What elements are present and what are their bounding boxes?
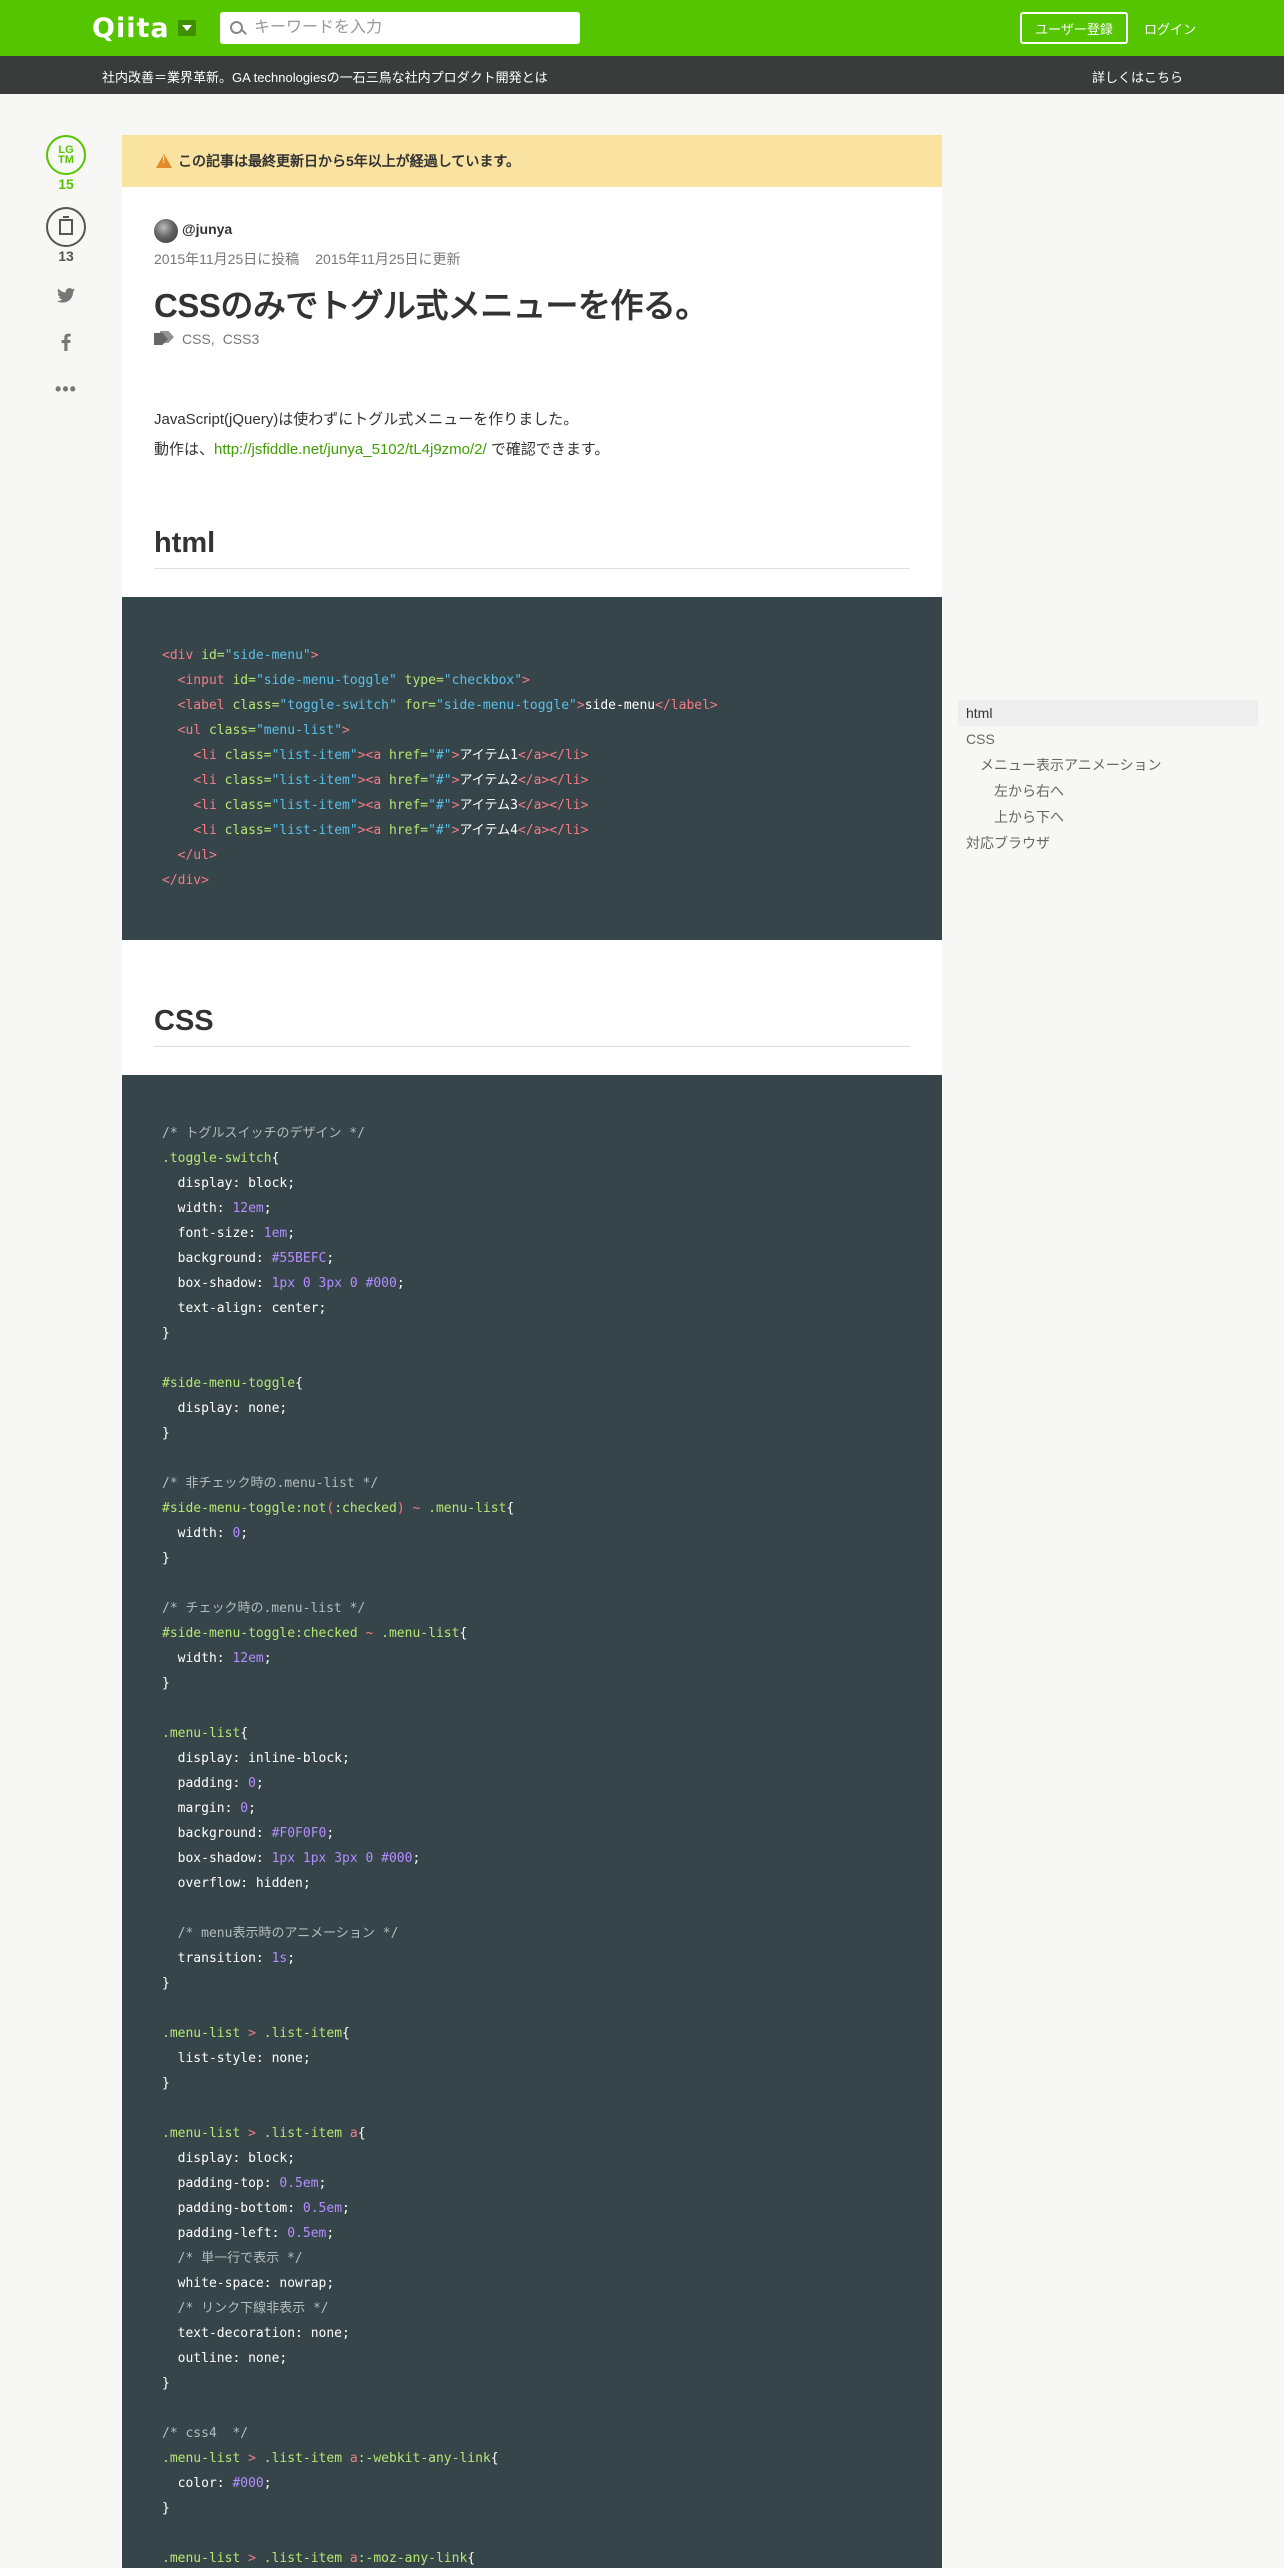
stock-count: 13 — [58, 248, 74, 264]
toc-item-css[interactable]: CSS — [958, 726, 1258, 752]
lgtm-label-line2: TM — [58, 154, 74, 166]
intro-line-1: JavaScript(jQuery)は使わずにトグル式メニューを作りました。 — [154, 411, 579, 428]
article-intro: JavaScript(jQuery)は使わずにトグル式メニューを作りました。 動… — [154, 405, 609, 465]
toc-item-html[interactable]: html — [958, 700, 1258, 726]
more-options-icon[interactable]: ••• — [53, 376, 79, 402]
table-of-contents: html CSS メニュー表示アニメーション 左から右へ 上から下へ 対応ブラウ… — [958, 700, 1258, 856]
twitter-share-icon[interactable] — [53, 282, 79, 308]
login-link[interactable]: ログイン — [1144, 12, 1196, 44]
jsfiddle-link[interactable]: http://jsfiddle.net/junya_5102/tL4j9zmo/… — [214, 441, 487, 458]
search-icon — [226, 12, 254, 44]
posted-date: 2015年11月25日に投稿 — [154, 251, 300, 267]
lgtm-button[interactable]: LG TM — [46, 135, 86, 175]
outdated-alert-text: この記事は最終更新日から5年以上が経過しています。 — [178, 153, 520, 169]
qiita-logo[interactable]: Qiita — [92, 12, 170, 44]
stock-icon — [59, 216, 73, 235]
article-title: CSSのみでトグル式メニューを作る。 — [154, 287, 708, 324]
tag-css[interactable]: CSS — [182, 331, 211, 347]
updated-date: 2015年11月25日に更新 — [315, 251, 461, 267]
code-block-css: /* トグルスイッチのデザイン */ .toggle-switch{ displ… — [122, 1075, 942, 2568]
tag-css3[interactable]: CSS3 — [223, 331, 260, 347]
toc-item-left-to-right[interactable]: 左から右へ — [958, 778, 1258, 804]
toc-item-browser-support[interactable]: 対応ブラウザ — [958, 830, 1258, 856]
section-heading-css: CSS — [154, 1005, 910, 1047]
tag-list: CSS, CSS3 — [154, 331, 259, 347]
article-card: この記事は最終更新日から5年以上が経過しています。 @junya 2015年11… — [122, 135, 942, 2568]
signup-button[interactable]: ユーザー登録 — [1020, 12, 1128, 44]
code-block-html: <div id="side-menu"> <input id="side-men… — [122, 597, 942, 940]
lgtm-count: 15 — [58, 176, 74, 192]
warning-icon — [156, 154, 172, 168]
sponsored-banner-link[interactable]: 詳しくはこちら — [1092, 67, 1183, 86]
toc-item-menu-animation[interactable]: メニュー表示アニメーション — [958, 752, 1258, 778]
search-input[interactable] — [254, 19, 554, 37]
article-dates: 2015年11月25日に投稿 2015年11月25日に更新 — [154, 249, 461, 269]
toc-item-top-to-bottom[interactable]: 上から下へ — [958, 804, 1258, 830]
global-header: Qiita ユーザー登録 ログイン — [0, 0, 1284, 56]
sponsored-banner-text[interactable]: 社内改善＝業界革新。GA technologiesの一石三鳥な社内プロダクト開発… — [102, 67, 548, 86]
outdated-alert: この記事は最終更新日から5年以上が経過しています。 — [122, 135, 942, 187]
sponsored-banner[interactable]: 社内改善＝業界革新。GA technologiesの一石三鳥な社内プロダクト開発… — [0, 56, 1284, 94]
author-username[interactable]: @junya — [182, 221, 232, 237]
service-dropdown-chevron-icon[interactable] — [178, 20, 196, 36]
facebook-share-icon[interactable] — [53, 329, 79, 355]
section-heading-html: html — [154, 527, 910, 569]
author-avatar[interactable] — [154, 219, 178, 243]
tags-icon — [154, 331, 174, 347]
search-box[interactable] — [220, 12, 580, 44]
intro-line-2: 動作は、http://jsfiddle.net/junya_5102/tL4j9… — [154, 441, 610, 458]
stock-button[interactable] — [46, 207, 86, 247]
